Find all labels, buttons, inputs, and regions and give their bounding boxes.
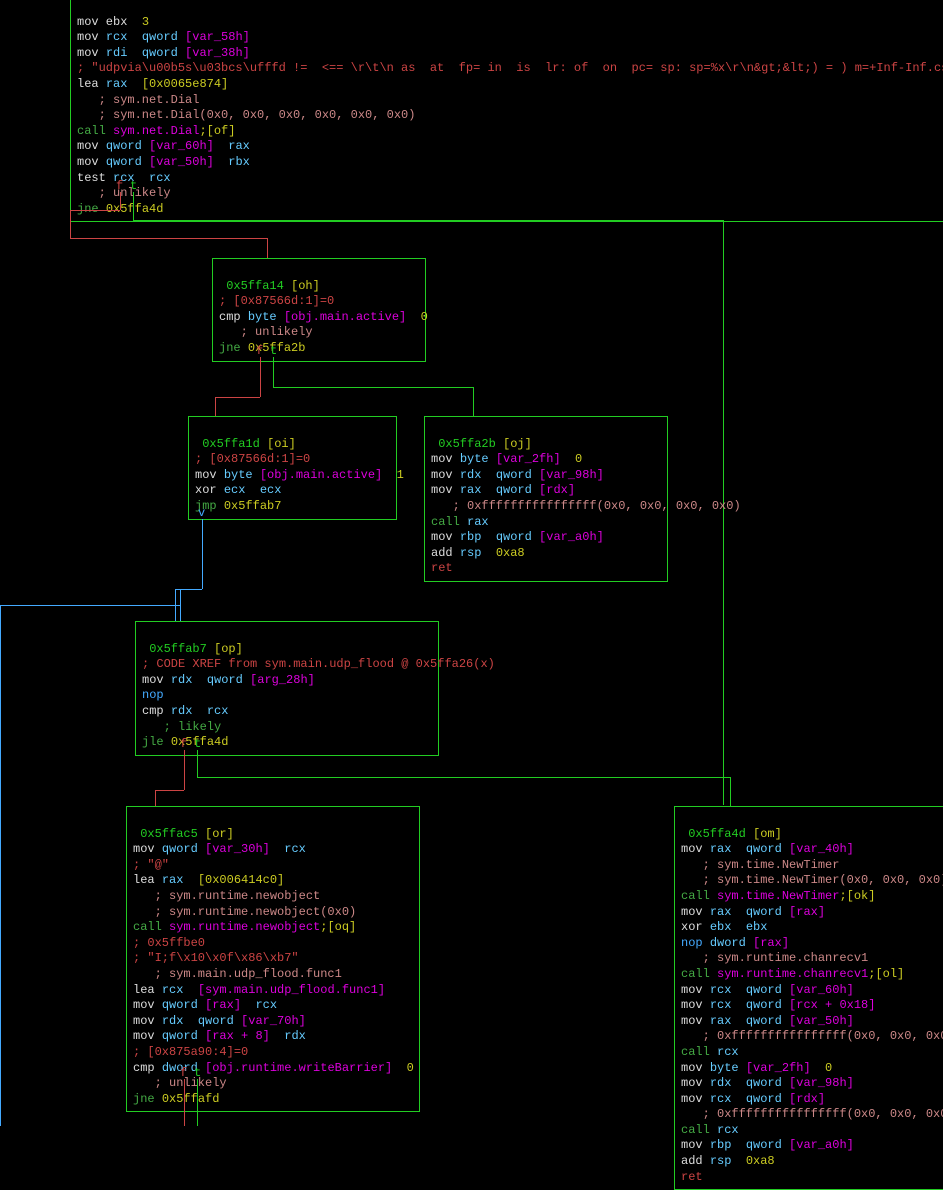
block-oj: 0x5ffa2b [oj] mov byte [var_2fh], 0 mov … [424, 416, 668, 582]
block-op: 0x5ffab7 [op] ; CODE XREF from sym.main.… [135, 621, 439, 756]
edge-label-f: f [116, 179, 123, 193]
block-or: 0x5ffac5 [or] mov qword [var_30h], rcx ;… [126, 806, 420, 1112]
block-oi: 0x5ffa1d [oi] ; [0x87566d:1]=0 mov byte … [188, 416, 397, 520]
block-om: 0x5ffa4d [om] mov rax, qword [var_40h] ;… [674, 806, 943, 1190]
edge-line [120, 192, 121, 210]
asm: mov ebx [77, 15, 127, 29]
block-oh: 0x5ffa14 [oh] ; [0x87566d:1]=0 cmp byte … [212, 258, 426, 362]
edge-label-t: t [130, 179, 137, 193]
block-0: mov ebx, 3 mov rcx, qword [var_58h] mov … [70, 0, 943, 222]
comment-string: ; "udpvia\u00b5s\u03bcs\ufffd != <== \r\… [77, 61, 943, 75]
